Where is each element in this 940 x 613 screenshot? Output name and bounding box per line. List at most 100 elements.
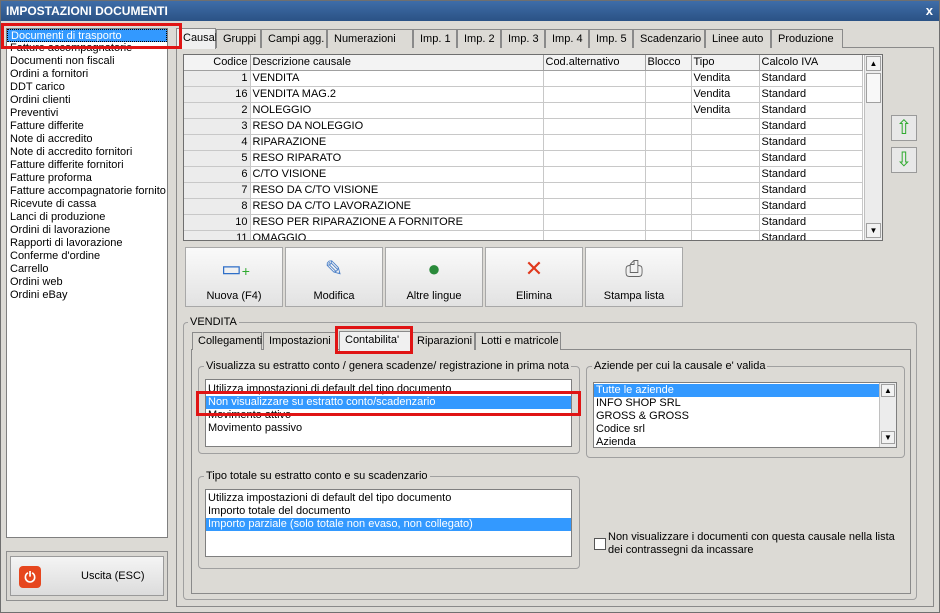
printer-icon: ⎙ bbox=[625, 256, 643, 281]
table-cell bbox=[645, 134, 692, 151]
tipo_totale-option[interactable]: Importo totale del documento bbox=[206, 505, 571, 518]
table-row[interactable]: 1 VENDITA Vendita Standard bbox=[184, 70, 863, 87]
table-cell: RESO DA C/TO VISIONE bbox=[250, 182, 544, 199]
causali-grid[interactable]: Codice Descrizione causale Cod.alternativo… bbox=[183, 54, 883, 241]
table-row[interactable]: 5 RESO RIPARATO Standard bbox=[184, 150, 863, 167]
aziende-option[interactable]: INFO SHOP SRL bbox=[594, 397, 896, 410]
aziende-option[interactable]: Azienda bbox=[594, 436, 896, 447]
document-type-item[interactable]: Ordini eBay bbox=[7, 289, 167, 302]
document-type-item[interactable]: DDT carico bbox=[7, 81, 167, 94]
tab-produzione[interactable]: Produzione bbox=[771, 29, 843, 48]
tab-scadenzario[interactable]: Scadenzario bbox=[633, 29, 705, 48]
close-icon[interactable]: x bbox=[926, 1, 933, 21]
document-type-item[interactable]: Conferme d'ordine bbox=[7, 250, 167, 263]
table-cell: RESO DA NOLEGGIO bbox=[250, 118, 544, 135]
table-cell: RIPARAZIONE bbox=[250, 134, 544, 151]
aziende-option[interactable]: GROSS & GROSS bbox=[594, 410, 896, 423]
subtab-impostazioni[interactable]: Impostazioni bbox=[263, 332, 336, 350]
tab-linee-auto[interactable]: Linee auto bbox=[705, 29, 771, 48]
subtab-collegamenti[interactable]: Collegamenti bbox=[192, 332, 262, 350]
aziende-option[interactable]: Codice srl bbox=[594, 423, 896, 436]
table-cell: 3 bbox=[184, 118, 251, 135]
delete-x-icon: ✕ bbox=[524, 256, 544, 281]
subtab-lotti-e-matricole[interactable]: Lotti e matricole bbox=[475, 332, 561, 350]
document-type-item[interactable]: Fatture differite bbox=[7, 120, 167, 133]
tab-imp-5[interactable]: Imp. 5 bbox=[589, 29, 633, 48]
scroll-up-icon[interactable]: ▲ bbox=[866, 56, 881, 71]
document-type-item[interactable]: Ordini di lavorazione bbox=[7, 224, 167, 237]
table-cell bbox=[691, 118, 760, 135]
document-type-item[interactable]: Ricevute di cassa bbox=[7, 198, 167, 211]
tab-gruppi[interactable]: Gruppi bbox=[216, 29, 261, 48]
aziende-option[interactable]: Tutte le aziende bbox=[594, 384, 896, 397]
tab-imp-4[interactable]: Imp. 4 bbox=[545, 29, 589, 48]
document-type-item[interactable]: Lanci di produzione bbox=[7, 211, 167, 224]
tipo-totale-listbox[interactable]: Utilizza impostazioni di default del tip… bbox=[205, 489, 572, 557]
document-type-item[interactable]: Fatture differite fornitori bbox=[7, 159, 167, 172]
document-type-list[interactable]: Documenti di trasporto Fatture accompagna… bbox=[6, 28, 168, 538]
document-type-item[interactable]: Note di accredito bbox=[7, 133, 167, 146]
tab-imp-2[interactable]: Imp. 2 bbox=[457, 29, 501, 48]
table-row[interactable]: 4 RIPARAZIONE Standard bbox=[184, 134, 863, 151]
document-type-item[interactable]: Ordini a fornitori bbox=[7, 68, 167, 81]
table-row[interactable]: 11 OMAGGIO Standard bbox=[184, 230, 863, 240]
document-type-item[interactable]: Fatture proforma bbox=[7, 172, 167, 185]
grid-header[interactable]: Tipo bbox=[691, 55, 760, 71]
move-up-icon[interactable]: ⇧ bbox=[891, 115, 917, 141]
tipo_totale-option[interactable]: Utilizza impostazioni di default del tip… bbox=[206, 492, 571, 505]
aziende-scroll-up-icon[interactable]: ▲ bbox=[881, 384, 895, 397]
table-cell: Standard bbox=[759, 70, 863, 87]
aziende-listbox[interactable]: Tutte le aziende INFO SHOP SRL GROSS & GRO… bbox=[593, 382, 897, 448]
scroll-down-icon[interactable]: ▼ bbox=[866, 223, 881, 238]
print-button[interactable]: ⎙ Stampa lista bbox=[585, 247, 683, 307]
delete-button[interactable]: ✕ Elimina bbox=[485, 247, 583, 307]
tab-imp-3[interactable]: Imp. 3 bbox=[501, 29, 545, 48]
move-down-icon[interactable]: ⇩ bbox=[891, 147, 917, 173]
scroll-thumb[interactable] bbox=[866, 73, 881, 103]
grid-header[interactable]: Cod.alternativo bbox=[543, 55, 646, 71]
aziende-scrollbar[interactable]: ▲ ▼ bbox=[879, 383, 896, 447]
tab-imp-1[interactable]: Imp. 1 bbox=[413, 29, 457, 48]
table-row[interactable]: 6 C/TO VISIONE Standard bbox=[184, 166, 863, 183]
table-row[interactable]: 8 RESO DA C/TO LAVORAZIONE Standard bbox=[184, 198, 863, 215]
subtab-riparazioni[interactable]: Riparazioni bbox=[411, 332, 475, 350]
document-type-item[interactable]: Documenti non fiscali bbox=[7, 55, 167, 68]
document-type-item[interactable]: Rapporti di lavorazione bbox=[7, 237, 167, 250]
grid-header[interactable]: Codice bbox=[184, 55, 251, 71]
table-row[interactable]: 10 RESO PER RIPARAZIONE A FORNITORE Standa… bbox=[184, 214, 863, 231]
table-cell bbox=[543, 150, 646, 167]
estratto-option[interactable]: Movimento passivo bbox=[206, 422, 571, 435]
new-button[interactable]: ▭+ Nuova (F4) bbox=[185, 247, 283, 307]
languages-button[interactable]: ● Altre lingue bbox=[385, 247, 483, 307]
tab-causali[interactable]: Causali bbox=[176, 28, 220, 49]
document-type-item[interactable]: Fatture accompagnatorie fornito bbox=[7, 185, 167, 198]
table-cell bbox=[691, 230, 760, 240]
grid-scrollbar[interactable]: ▲ ▼ bbox=[864, 55, 882, 240]
document-type-item[interactable]: Carrello bbox=[7, 263, 167, 276]
tab-numerazioni[interactable]: Numerazioni bbox=[327, 29, 413, 48]
table-cell: Standard bbox=[759, 118, 863, 135]
grid-header[interactable]: Calcolo IVA bbox=[759, 55, 863, 71]
table-cell bbox=[691, 214, 760, 231]
tipo_totale-option[interactable]: Importo parziale (solo totale non evaso,… bbox=[206, 518, 571, 531]
table-cell bbox=[543, 182, 646, 199]
document-type-item[interactable]: Note di accredito fornitori bbox=[7, 146, 167, 159]
table-row[interactable]: 2 NOLEGGIO Vendita Standard bbox=[184, 102, 863, 119]
edit-button[interactable]: ✎ Modifica bbox=[285, 247, 383, 307]
document-type-item[interactable]: Ordini web bbox=[7, 276, 167, 289]
grid-header[interactable]: Descrizione causale bbox=[250, 55, 544, 71]
hide-contrassegni-checkbox[interactable] bbox=[594, 538, 606, 550]
table-cell bbox=[645, 70, 692, 87]
document-type-item[interactable]: Ordini clienti bbox=[7, 94, 167, 107]
grid-header[interactable]: Blocco bbox=[645, 55, 692, 71]
table-cell bbox=[543, 134, 646, 151]
table-row[interactable]: 7 RESO DA C/TO VISIONE Standard bbox=[184, 182, 863, 199]
tab-campi-agg-[interactable]: Campi agg. bbox=[261, 29, 327, 48]
table-row[interactable]: 16 VENDITA MAG.2 Vendita Standard bbox=[184, 86, 863, 103]
exit-button[interactable]: ⏻ Uscita (ESC) bbox=[10, 556, 164, 596]
highlight-estratto-option bbox=[196, 391, 581, 416]
table-row[interactable]: 3 RESO DA NOLEGGIO Standard bbox=[184, 118, 863, 135]
document-type-item[interactable]: Preventivi bbox=[7, 107, 167, 120]
table-cell bbox=[645, 102, 692, 119]
aziende-scroll-down-icon[interactable]: ▼ bbox=[881, 431, 895, 444]
